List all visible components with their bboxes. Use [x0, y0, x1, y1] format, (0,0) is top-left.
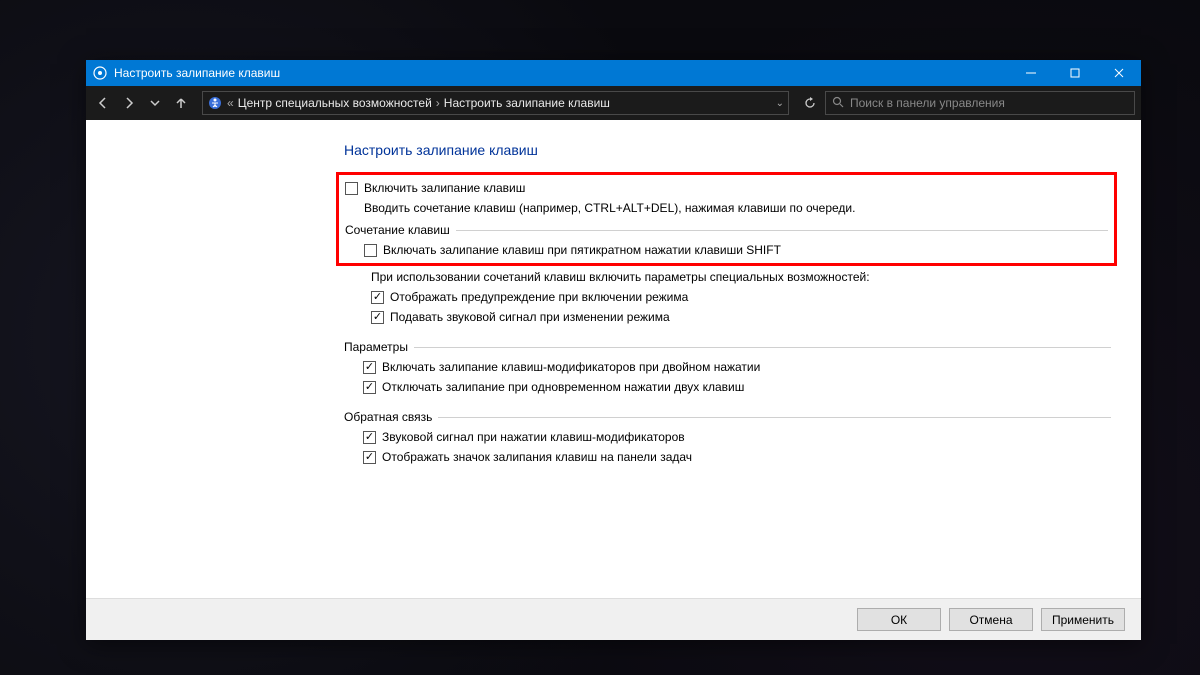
recent-locations-button[interactable]	[144, 92, 166, 114]
checkbox-tray-icon[interactable]	[363, 451, 376, 464]
checkbox-label: Подавать звуковой сигнал при изменении р…	[390, 310, 670, 324]
control-panel-window: Настроить залипание клавиш « Ц	[86, 60, 1141, 640]
page-title: Настроить залипание клавиш	[344, 142, 1111, 158]
checkbox-label: Включить залипание клавиш	[364, 181, 525, 195]
breadcrumb-item[interactable]: Центр специальных возможностей	[238, 96, 432, 110]
forward-button[interactable]	[118, 92, 140, 114]
maximize-button[interactable]	[1053, 60, 1097, 86]
divider	[456, 230, 1108, 231]
checkbox-label: Отображать значок залипания клавиш на па…	[382, 450, 692, 464]
content-area: Настроить залипание клавиш Включить зали…	[86, 120, 1141, 598]
chevron-down-icon[interactable]: ⌄	[776, 98, 784, 109]
back-button[interactable]	[92, 92, 114, 114]
checkbox-enable-sticky[interactable]	[345, 182, 358, 195]
checkbox-warning[interactable]	[371, 291, 384, 304]
group-legend: Обратная связь	[344, 410, 438, 424]
refresh-button[interactable]	[799, 92, 821, 114]
close-button[interactable]	[1097, 60, 1141, 86]
checkbox-beep[interactable]	[363, 431, 376, 444]
ok-button[interactable]: ОК	[857, 608, 941, 631]
breadcrumb-separator-icon: «	[227, 96, 234, 110]
breadcrumb[interactable]: « Центр специальных возможностей › Настр…	[202, 91, 789, 115]
dialog-footer: ОК Отмена Применить	[86, 598, 1141, 640]
enable-description: Вводить сочетание клавиш (например, CTRL…	[364, 201, 1108, 215]
apply-button[interactable]: Применить	[1041, 608, 1125, 631]
search-box[interactable]	[825, 91, 1135, 115]
app-icon	[92, 65, 108, 81]
group-legend: Параметры	[344, 340, 414, 354]
checkbox-label: Отображать предупреждение при включении …	[390, 290, 688, 304]
group-shortcut: Сочетание клавиш Включать залипание клав…	[345, 223, 1108, 257]
highlight-annotation: Включить залипание клавиш Вводить сочета…	[336, 172, 1117, 266]
group-feedback: Обратная связь Звуковой сигнал при нажат…	[344, 410, 1111, 464]
search-icon	[832, 96, 844, 111]
ease-of-access-icon	[207, 95, 223, 111]
divider	[438, 417, 1111, 418]
minimize-button[interactable]	[1009, 60, 1053, 86]
breadcrumb-item[interactable]: Настроить залипание клавиш	[444, 96, 610, 110]
titlebar: Настроить залипание клавиш	[86, 60, 1141, 86]
divider	[414, 347, 1111, 348]
checkbox-label: Отключать залипание при одновременном на…	[382, 380, 744, 394]
chevron-right-icon: ›	[436, 96, 440, 110]
checkbox-two-keys[interactable]	[363, 381, 376, 394]
checkbox-label: Включать залипание клавиш при пятикратно…	[383, 243, 781, 257]
checkbox-sound-change[interactable]	[371, 311, 384, 324]
window-title: Настроить залипание клавиш	[114, 66, 1009, 80]
checkbox-shift5[interactable]	[364, 244, 377, 257]
checkbox-label: Звуковой сигнал при нажатии клавиш-модиф…	[382, 430, 685, 444]
cancel-button[interactable]: Отмена	[949, 608, 1033, 631]
group-legend: Сочетание клавиш	[345, 223, 456, 237]
search-input[interactable]	[850, 96, 1128, 110]
checkbox-double-press[interactable]	[363, 361, 376, 374]
checkbox-label: Включать залипание клавиш-модификаторов …	[382, 360, 760, 374]
sub-text: При использовании сочетаний клавиш включ…	[371, 270, 1111, 284]
up-button[interactable]	[170, 92, 192, 114]
group-params: Параметры Включать залипание клавиш-моди…	[344, 340, 1111, 394]
navbar: « Центр специальных возможностей › Настр…	[86, 86, 1141, 120]
